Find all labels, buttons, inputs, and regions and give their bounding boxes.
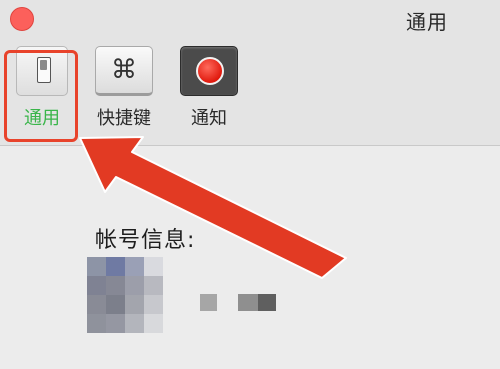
preferences-window: 通用 通用 ⌘ 快捷键 通知 帐号信息:: [0, 0, 500, 369]
annotation-arrow: [79, 136, 347, 279]
arrow-shape: [79, 136, 347, 279]
